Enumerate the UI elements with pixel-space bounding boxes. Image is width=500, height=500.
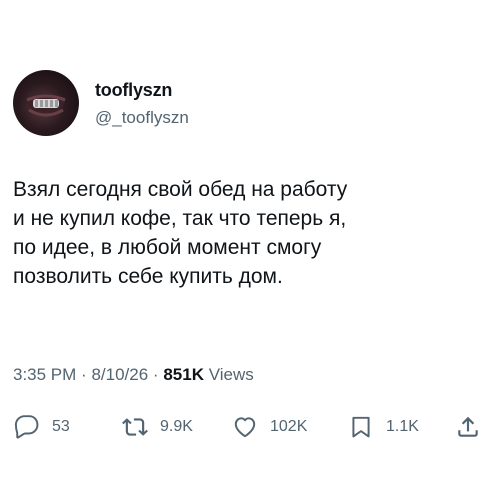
bookmark-icon	[352, 416, 370, 438]
repost-icon	[122, 418, 148, 436]
repost-button[interactable]: 9.9K	[122, 410, 193, 444]
user-handle[interactable]: @_tooflyszn	[95, 108, 189, 128]
action-bar: 53 9.9K 102K 1.1K	[0, 410, 500, 444]
meta-separator: ·	[81, 365, 87, 384]
tweet-text: Взял сегодня свой обед на работу и не ку…	[13, 178, 348, 288]
share-icon	[458, 416, 478, 437]
reply-count: 53	[52, 418, 70, 435]
display-name[interactable]: tooflyszn	[95, 80, 172, 101]
like-count: 102K	[270, 418, 308, 435]
like-button[interactable]: 102K	[232, 410, 307, 444]
bookmark-button[interactable]: 1.1K	[348, 410, 419, 444]
tweet-time[interactable]: 3:35 PM	[13, 365, 76, 384]
bookmark-count: 1.1K	[386, 418, 419, 435]
tweet-card: tooflyszn @_tooflyszn Взял сегодня свой …	[0, 0, 500, 500]
views-count: 851K	[163, 365, 204, 384]
avatar-image	[26, 94, 66, 117]
avatar[interactable]	[13, 70, 79, 136]
meta-separator: ·	[152, 365, 159, 384]
reply-button[interactable]: 53	[14, 410, 70, 444]
reply-icon	[14, 415, 39, 439]
repost-count: 9.9K	[160, 418, 193, 435]
share-button[interactable]	[455, 410, 481, 444]
tweet-meta: 3:35 PM · 8/10/26 · 851K Views	[13, 365, 254, 385]
views-label: Views	[208, 365, 254, 384]
like-icon	[234, 417, 256, 438]
tweet-date[interactable]: 8/10/26	[91, 365, 148, 384]
